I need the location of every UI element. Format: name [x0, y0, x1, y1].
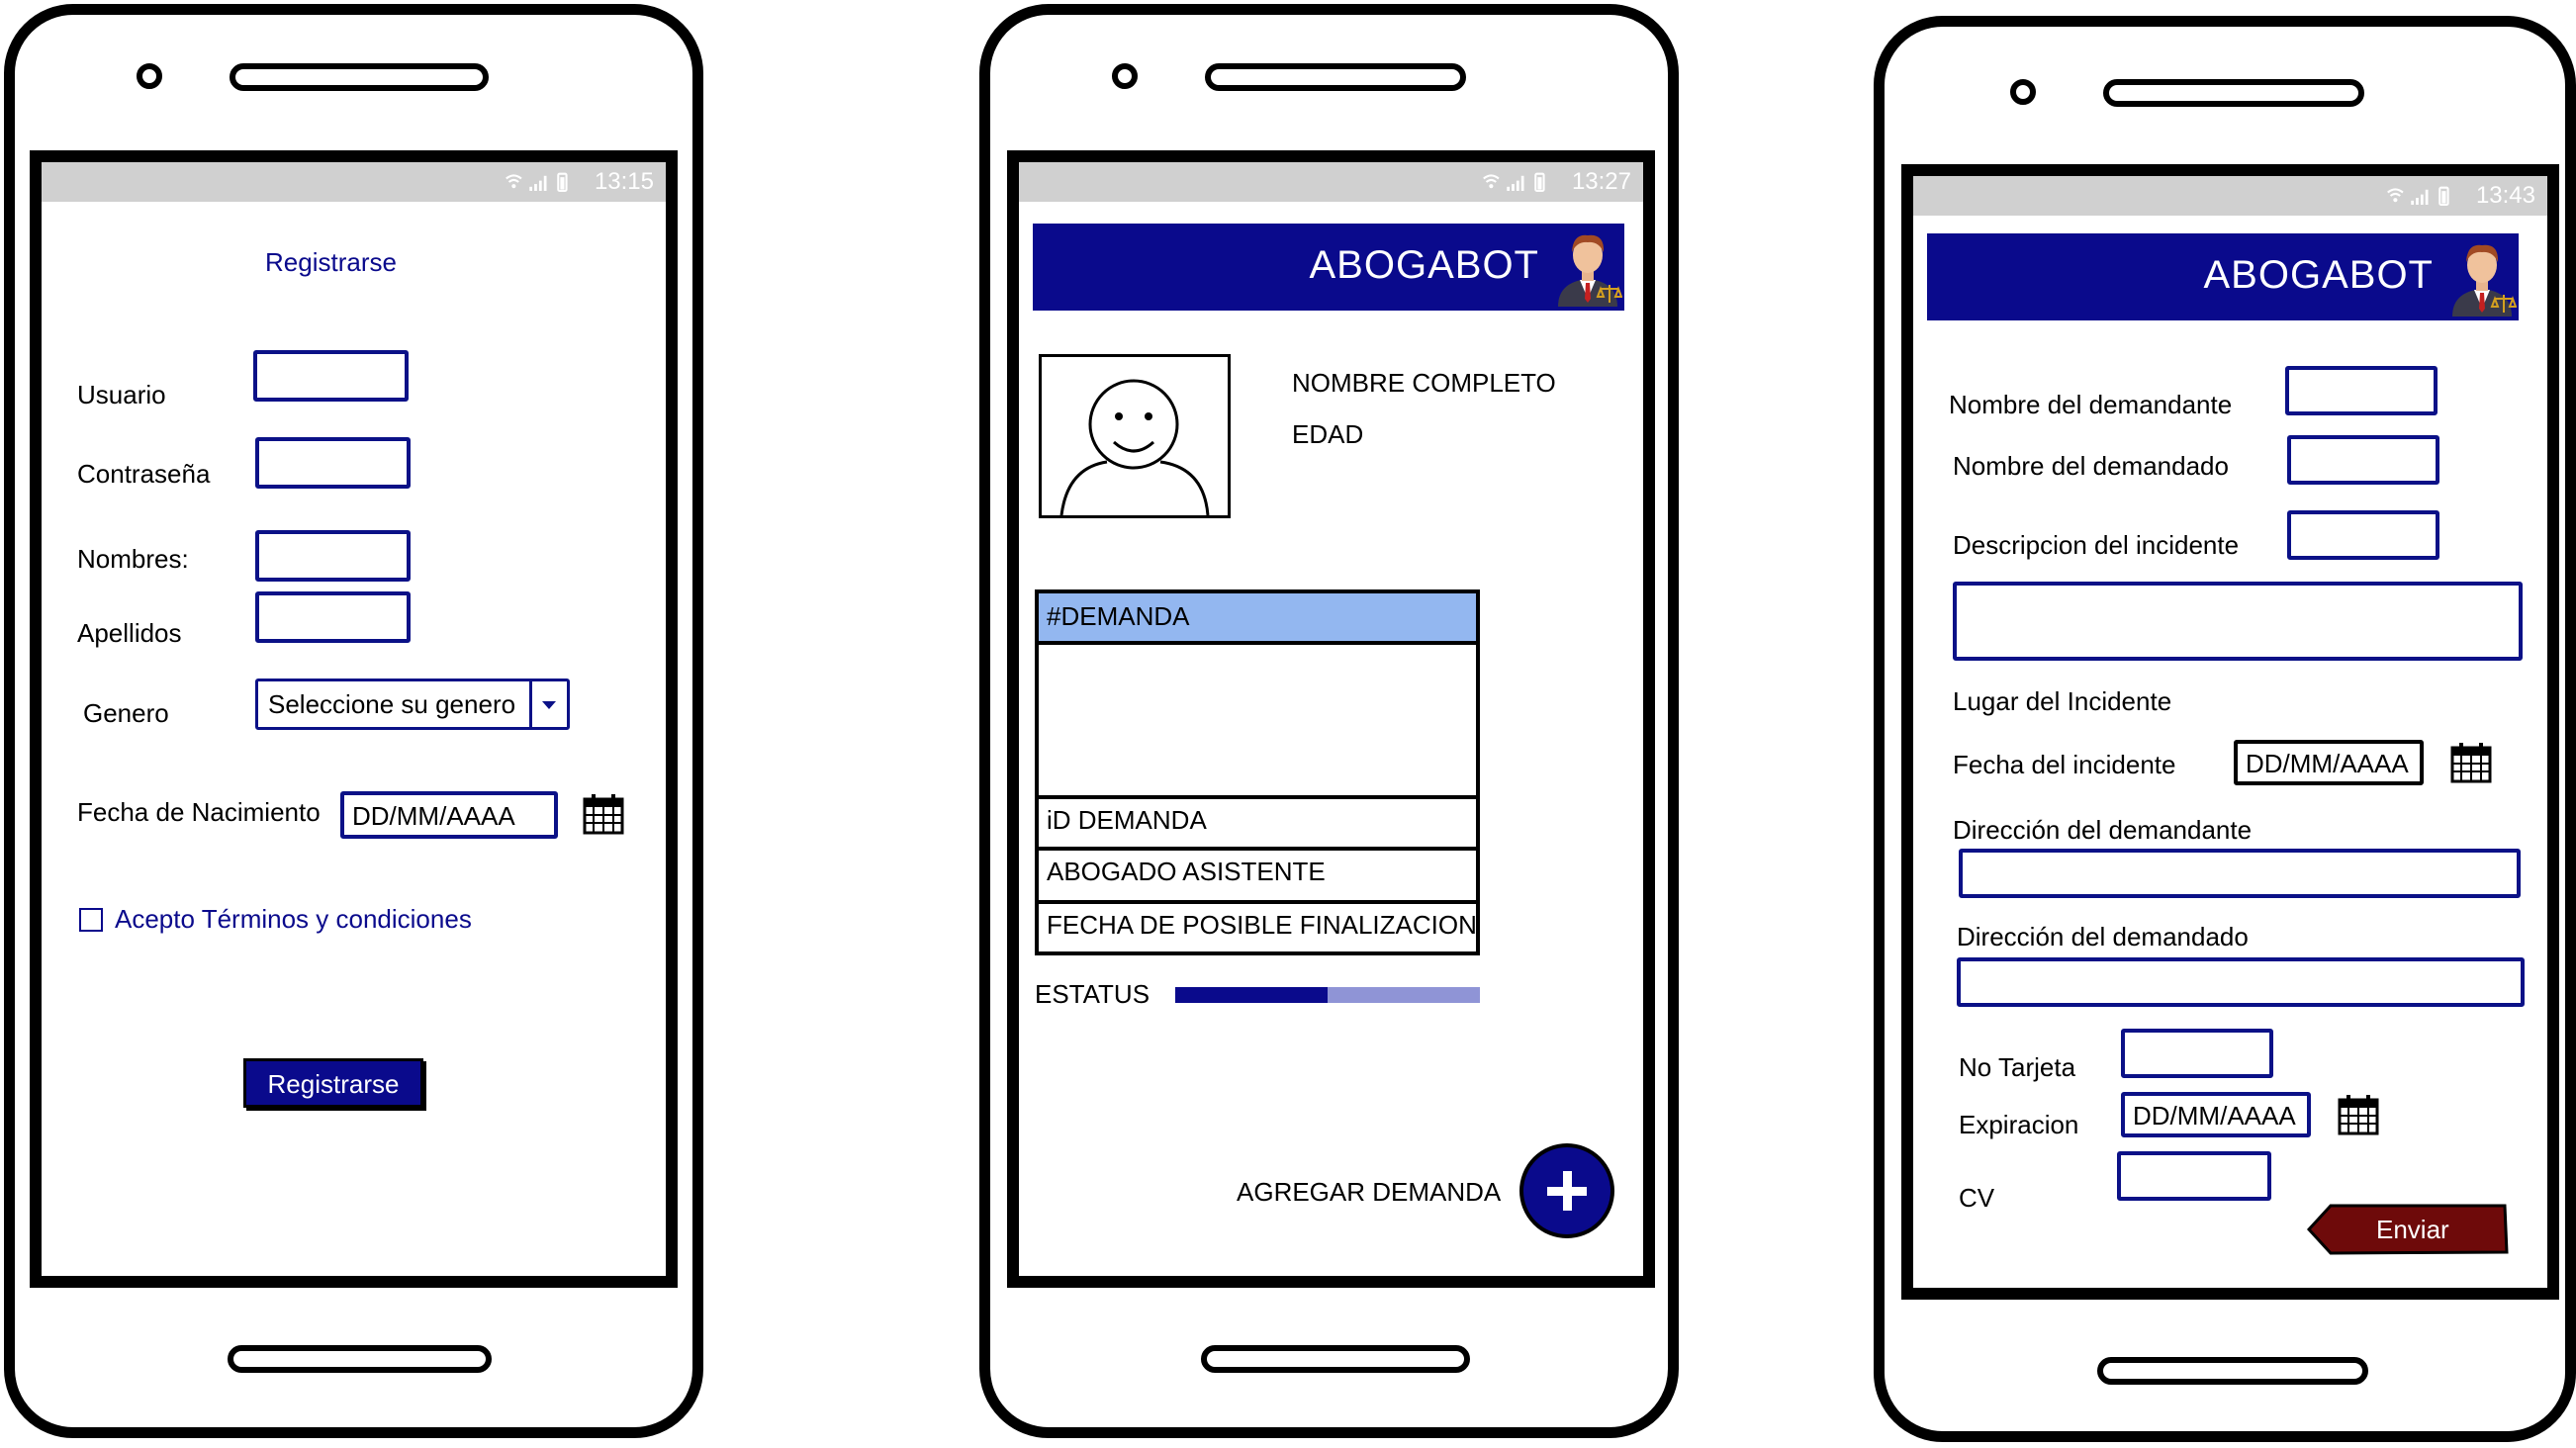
descripcion-input-small[interactable] — [2287, 510, 2439, 560]
fecha-incidente-label: Fecha del incidente — [1953, 750, 2176, 779]
profile-name: NOMBRE COMPLETO — [1292, 368, 1556, 398]
status-icons — [1481, 168, 1556, 196]
status-label: ESTATUS — [1035, 979, 1150, 1009]
status-time: 13:27 — [1571, 168, 1631, 195]
genero-select[interactable]: Seleccione su genero — [255, 679, 570, 730]
earpiece-speaker — [230, 63, 489, 91]
terms-label[interactable]: Acepto Términos y condiciones — [115, 904, 472, 935]
list-row[interactable]: iD DEMANDA — [1039, 795, 1476, 851]
user-face-icon — [1059, 379, 1210, 516]
status-time: 13:43 — [2475, 182, 2535, 209]
descripcion-label: Descripcion del incidente — [1953, 530, 2240, 560]
status-icons — [2385, 182, 2460, 210]
status-progress-bar — [1175, 987, 1480, 1003]
genero-select-value: Seleccione su genero — [268, 689, 516, 719]
fecha-placeholder: DD/MM/AAAA — [352, 801, 515, 831]
enviar-button[interactable]: Enviar — [2307, 1203, 2511, 1256]
status-bar: 13:27 — [1019, 162, 1643, 202]
camera-dot — [2010, 79, 2036, 105]
genero-label: Genero — [83, 698, 169, 728]
calendar-icon[interactable] — [2337, 1092, 2380, 1137]
app-title: ABOGABOT — [2203, 253, 2434, 297]
list-header-label: #DEMANDA — [1047, 601, 1190, 631]
lugar-label: Lugar del Incidente — [1953, 686, 2172, 716]
descripcion-textarea[interactable] — [1953, 582, 2523, 661]
home-bar — [228, 1345, 492, 1373]
status-time: 13:15 — [594, 168, 654, 195]
calendar-icon[interactable] — [582, 791, 625, 837]
status-icons — [504, 168, 579, 196]
apellidos-label: Apellidos — [77, 618, 182, 648]
app-header: ABOGABOT — [1033, 224, 1624, 311]
tarjeta-input[interactable] — [2121, 1029, 2273, 1078]
camera-dot — [1112, 63, 1138, 89]
fecha-nacimiento-input[interactable]: DD/MM/AAAA — [340, 791, 558, 839]
home-bar — [2097, 1357, 2368, 1385]
row-label: ABOGADO ASISTENTE — [1047, 857, 1326, 886]
dir-demandado-input[interactable] — [1957, 957, 2525, 1007]
plus-icon — [1547, 1171, 1587, 1211]
page-title: Registrarse — [265, 247, 397, 277]
app-title: ABOGABOT — [1309, 243, 1539, 287]
registrarse-button-label: Registrarse — [267, 1069, 400, 1099]
profile-photo — [1039, 354, 1231, 518]
contrasena-label: Contraseña — [77, 459, 211, 489]
fecha-incidente-input[interactable]: DD/MM/AAAA — [2234, 740, 2424, 785]
demandado-label: Nombre del demandado — [1953, 451, 2229, 481]
lawyer-avatar-icon — [2447, 237, 2517, 317]
list-header-divider — [1039, 641, 1476, 645]
row-label: iD DEMANDA — [1047, 805, 1207, 835]
list-row[interactable]: FECHA DE POSIBLE FINALIZACION — [1039, 900, 1477, 955]
fecha-nacimiento-label: Fecha de Nacimiento — [77, 797, 321, 827]
apellidos-input[interactable] — [255, 591, 411, 643]
expiracion-placeholder: DD/MM/AAAA — [2133, 1101, 2296, 1131]
status-progress-fill — [1175, 987, 1328, 1003]
demandado-input[interactable] — [2287, 435, 2439, 485]
expiracion-input[interactable]: DD/MM/AAAA — [2121, 1092, 2311, 1137]
cv-input[interactable] — [2117, 1151, 2271, 1201]
earpiece-speaker — [2103, 79, 2364, 107]
camera-dot — [137, 63, 162, 89]
lawyer-avatar-icon — [1553, 227, 1622, 307]
add-demanda-label: AGREGAR DEMANDA — [1237, 1177, 1502, 1207]
chevron-down-icon — [529, 681, 567, 727]
contrasena-input[interactable] — [255, 437, 411, 489]
demandante-label: Nombre del demandante — [1949, 390, 2233, 419]
tarjeta-label: No Tarjeta — [1959, 1052, 2076, 1082]
app-header: ABOGABOT — [1927, 233, 2519, 320]
demandante-input[interactable] — [2285, 366, 2438, 415]
cv-label: CV — [1959, 1183, 1995, 1213]
profile-age: EDAD — [1292, 419, 1364, 449]
dir-demandado-label: Dirección del demandado — [1957, 922, 2249, 951]
home-bar — [1201, 1345, 1470, 1373]
status-bar: 13:43 — [1913, 176, 2547, 216]
dir-demandante-label: Dirección del demandante — [1953, 815, 2253, 845]
dir-demandante-input[interactable] — [1959, 849, 2521, 898]
status-bar: 13:15 — [42, 162, 666, 202]
demanda-list[interactable]: #DEMANDA iD DEMANDA ABOGADO ASISTENTE FE… — [1035, 589, 1480, 955]
calendar-icon[interactable] — [2449, 740, 2493, 785]
usuario-label: Usuario — [77, 380, 166, 409]
terms-checkbox[interactable] — [79, 908, 103, 932]
list-header: #DEMANDA — [1039, 593, 1476, 643]
nombres-label: Nombres: — [77, 544, 189, 574]
usuario-input[interactable] — [253, 350, 409, 402]
add-demanda-button[interactable] — [1519, 1143, 1614, 1238]
list-row[interactable]: ABOGADO ASISTENTE — [1039, 847, 1476, 902]
nombres-input[interactable] — [255, 530, 411, 582]
registrarse-button[interactable]: Registrarse — [243, 1058, 423, 1108]
row-label: FECHA DE POSIBLE FINALIZACION — [1047, 910, 1477, 940]
expiracion-label: Expiracion — [1959, 1110, 2079, 1139]
earpiece-speaker — [1205, 63, 1466, 91]
enviar-button-label: Enviar — [2376, 1215, 2449, 1244]
fecha-incidente-placeholder: DD/MM/AAAA — [2246, 749, 2409, 778]
